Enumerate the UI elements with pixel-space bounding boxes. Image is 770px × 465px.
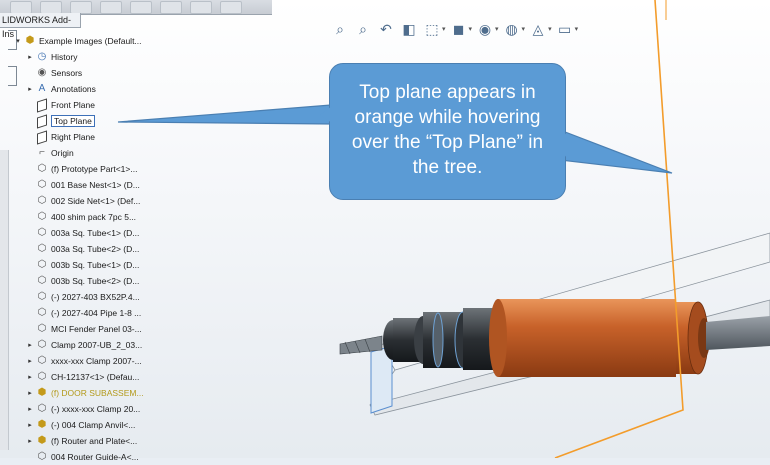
annotation-callout: Top plane appears in orange while hoveri… <box>329 63 566 200</box>
